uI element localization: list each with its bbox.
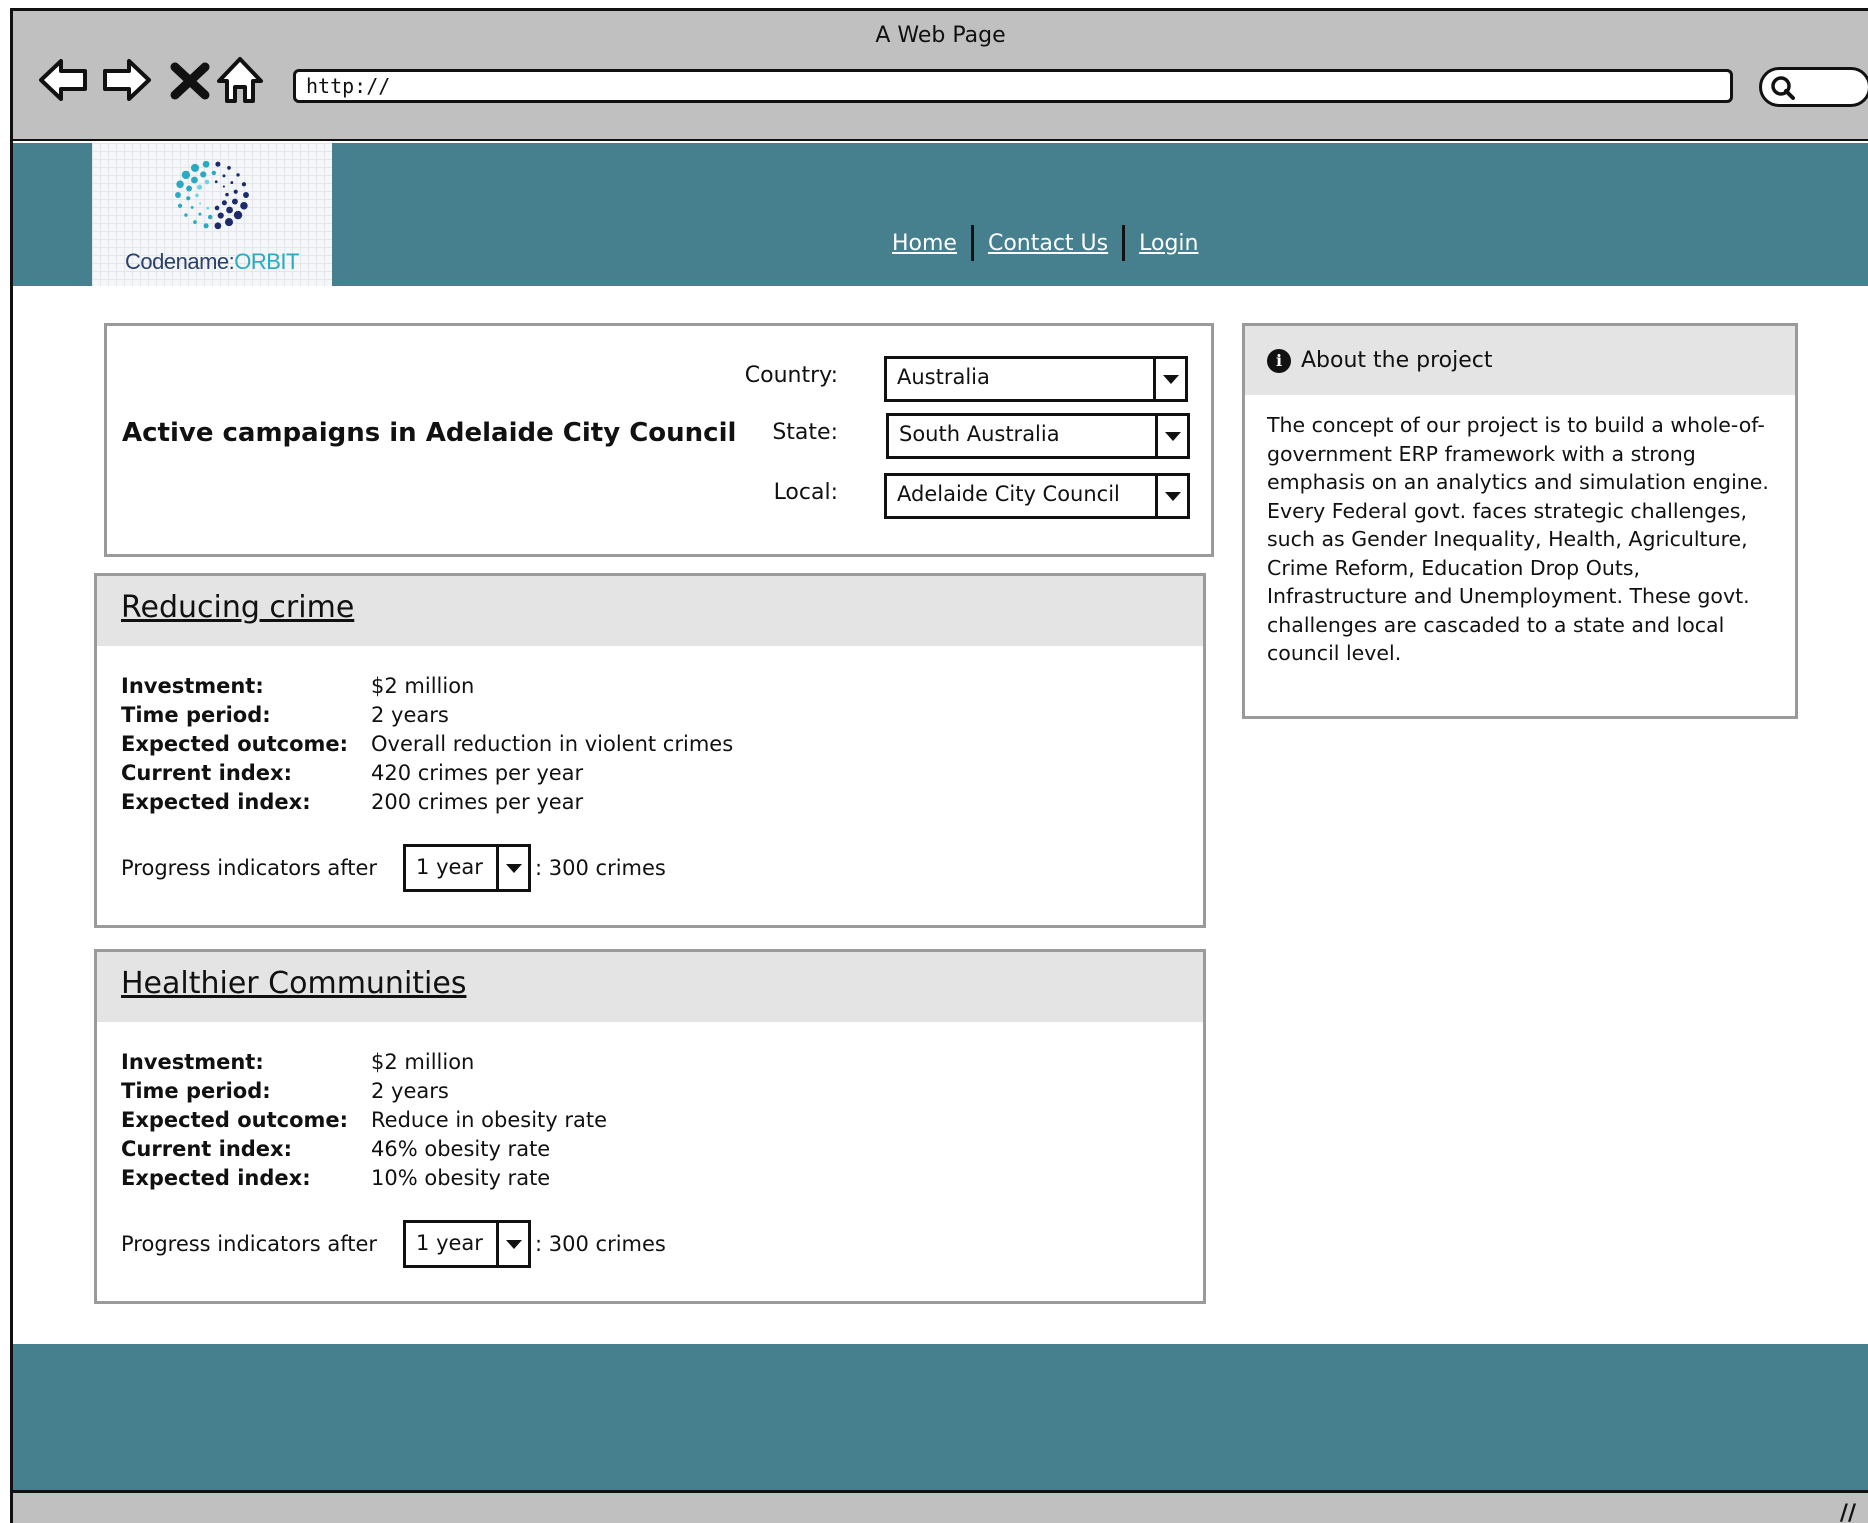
- detail-row: Time period: 2 years: [121, 703, 449, 727]
- site-header: Codename:ORBIT Home Contact Us Login: [13, 143, 1868, 286]
- campaign-title-link[interactable]: Healthier Communities: [121, 966, 466, 1001]
- page-heading: Active campaigns in Adelaide City Counci…: [122, 418, 737, 448]
- campaign-details: Investment: $2 million Time period: 2 year…: [121, 1048, 607, 1193]
- campaign-title-link[interactable]: Reducing crime: [121, 590, 354, 625]
- site-logo[interactable]: Codename:ORBIT: [92, 143, 332, 286]
- info-icon: i: [1267, 348, 1291, 373]
- local-label: Local:: [773, 480, 838, 505]
- nav-contact-link[interactable]: Contact Us: [988, 231, 1108, 256]
- progress-label: Progress indicators after: [121, 1232, 378, 1256]
- detail-row: Expected outcome: Reduce in obesity rate: [121, 1108, 608, 1132]
- site-footer: [13, 1344, 1868, 1490]
- detail-row: Investment: $2 million: [121, 1050, 475, 1074]
- progress-value: : 300 crimes: [535, 1232, 666, 1256]
- window-title: A Web Page: [875, 23, 1006, 48]
- browser-search-field[interactable]: [1759, 67, 1868, 107]
- progress-period-select[interactable]: 1 year: [403, 1220, 532, 1268]
- local-select[interactable]: Adelaide City Council: [884, 473, 1190, 519]
- detail-row: Expected index: 10% obesity rate: [121, 1166, 551, 1190]
- back-arrow-icon[interactable]: [37, 53, 91, 107]
- chevron-down-icon: [1155, 416, 1187, 456]
- detail-row: Investment: $2 million: [121, 674, 475, 698]
- progress-indicator: Progress indicators after 1 year : 300 c…: [121, 1220, 666, 1268]
- detail-row: Current index: 420 crimes per year: [121, 761, 584, 785]
- orbit-logo-icon: [175, 160, 249, 230]
- country-select[interactable]: Australia: [884, 356, 1188, 402]
- location-filter-panel: Active campaigns in Adelaide City Counci…: [104, 323, 1214, 557]
- campaign-card: Healthier Communities Investment: $2 mill…: [94, 949, 1206, 1304]
- top-nav: Home Contact Us Login: [892, 225, 1198, 261]
- about-project-panel: i About the project The concept of our p…: [1242, 323, 1798, 719]
- chevron-down-icon: [496, 847, 528, 889]
- detail-row: Current index: 46% obesity rate: [121, 1137, 551, 1161]
- campaign-details: Investment: $2 million Time period: 2 year…: [121, 672, 733, 817]
- about-body: The concept of our project is to build a…: [1267, 413, 1769, 665]
- detail-row: Time period: 2 years: [121, 1079, 449, 1103]
- logo-text: Codename:ORBIT: [125, 249, 299, 274]
- progress-period-select[interactable]: 1 year: [403, 844, 532, 892]
- chevron-down-icon: [496, 1223, 528, 1265]
- progress-indicator: Progress indicators after 1 year : 300 c…: [121, 844, 666, 892]
- detail-row: Expected outcome: Overall reduction in vi…: [121, 732, 734, 756]
- url-input[interactable]: http://: [293, 69, 1733, 103]
- about-title: About the project: [1301, 348, 1493, 373]
- campaign-card: Reducing crime Investment: $2 million Tim…: [94, 573, 1206, 928]
- nav-login-link[interactable]: Login: [1139, 231, 1198, 256]
- detail-row: Expected index: 200 crimes per year: [121, 790, 584, 814]
- progress-label: Progress indicators after: [121, 856, 378, 880]
- chevron-down-icon: [1153, 359, 1185, 399]
- campaign-header: Reducing crime: [97, 576, 1203, 646]
- nav-separator: [970, 225, 974, 261]
- state-select[interactable]: South Australia: [886, 413, 1190, 459]
- home-icon[interactable]: [213, 53, 267, 107]
- search-icon: [1771, 76, 1795, 100]
- country-label: Country:: [744, 363, 838, 388]
- stop-x-icon[interactable]: [163, 53, 217, 107]
- browser-window: A Web Page http:// Codename:ORBIT Home C…: [10, 8, 1868, 1523]
- campaign-header: Healthier Communities: [97, 952, 1203, 1022]
- nav-home-link[interactable]: Home: [892, 231, 957, 256]
- browser-status-bar: //: [13, 1490, 1868, 1523]
- resize-grip-icon[interactable]: //: [1840, 1501, 1856, 1523]
- nav-separator: [1122, 225, 1126, 261]
- browser-chrome: A Web Page http://: [13, 11, 1868, 141]
- about-header: i About the project: [1245, 326, 1795, 395]
- progress-value: : 300 crimes: [535, 856, 666, 880]
- forward-arrow-icon[interactable]: [99, 53, 153, 107]
- state-label: State:: [772, 420, 838, 445]
- chevron-down-icon: [1155, 476, 1187, 516]
